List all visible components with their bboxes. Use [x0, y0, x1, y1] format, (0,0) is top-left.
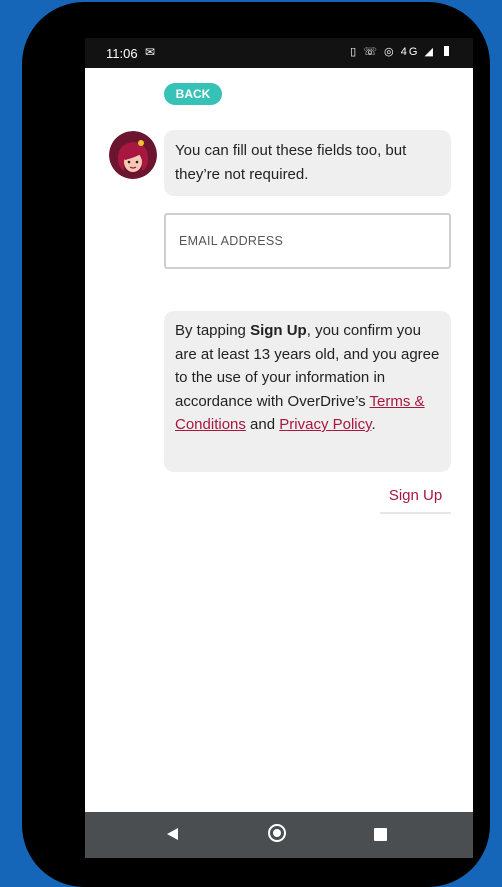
- battery-icon: [444, 46, 449, 56]
- vibrate-icon: ▯: [350, 46, 359, 58]
- legal-signup-bold: Sign Up: [250, 322, 307, 339]
- nav-recents-icon[interactable]: [374, 828, 387, 841]
- legal-and: and: [245, 416, 280, 433]
- outlook-icon: ✉: [145, 45, 156, 59]
- volte-icon: ☏: [363, 46, 379, 58]
- status-icons: ▯ ☏ ◎ 4G ◢: [350, 45, 449, 58]
- signal-icon: ◢: [424, 46, 435, 58]
- status-bar: 11:06 ✉ ▯ ☏ ◎ 4G ◢: [85, 38, 473, 68]
- nav-back-icon[interactable]: [167, 828, 178, 840]
- email-field[interactable]: [166, 215, 449, 267]
- legal-prefix: By tapping: [175, 322, 251, 339]
- nav-home-icon[interactable]: [268, 824, 286, 842]
- back-button[interactable]: BACK: [164, 83, 222, 105]
- hotspot-icon: ◎: [384, 46, 396, 58]
- network-4g-label: 4G: [400, 46, 420, 58]
- android-nav-bar: [85, 812, 473, 858]
- legal-message-bubble: By tapping Sign Up, you confirm you are …: [164, 311, 451, 472]
- legal-suffix: .: [371, 416, 376, 433]
- info-message-text: You can fill out these fields too, but t…: [175, 142, 407, 183]
- avatar: [109, 131, 157, 179]
- status-time: 11:06: [106, 46, 138, 61]
- info-message-bubble: You can fill out these fields too, but t…: [164, 130, 451, 196]
- phone-frame: 11:06 ✉ ▯ ☏ ◎ 4G ◢ BACK You can fill out…: [22, 2, 490, 887]
- sign-up-button[interactable]: Sign Up: [380, 484, 451, 514]
- app-screen: 11:06 ✉ ▯ ☏ ◎ 4G ◢ BACK You can fill out…: [85, 38, 473, 858]
- email-field-container: [164, 213, 451, 269]
- privacy-link[interactable]: Privacy Policy: [279, 416, 371, 433]
